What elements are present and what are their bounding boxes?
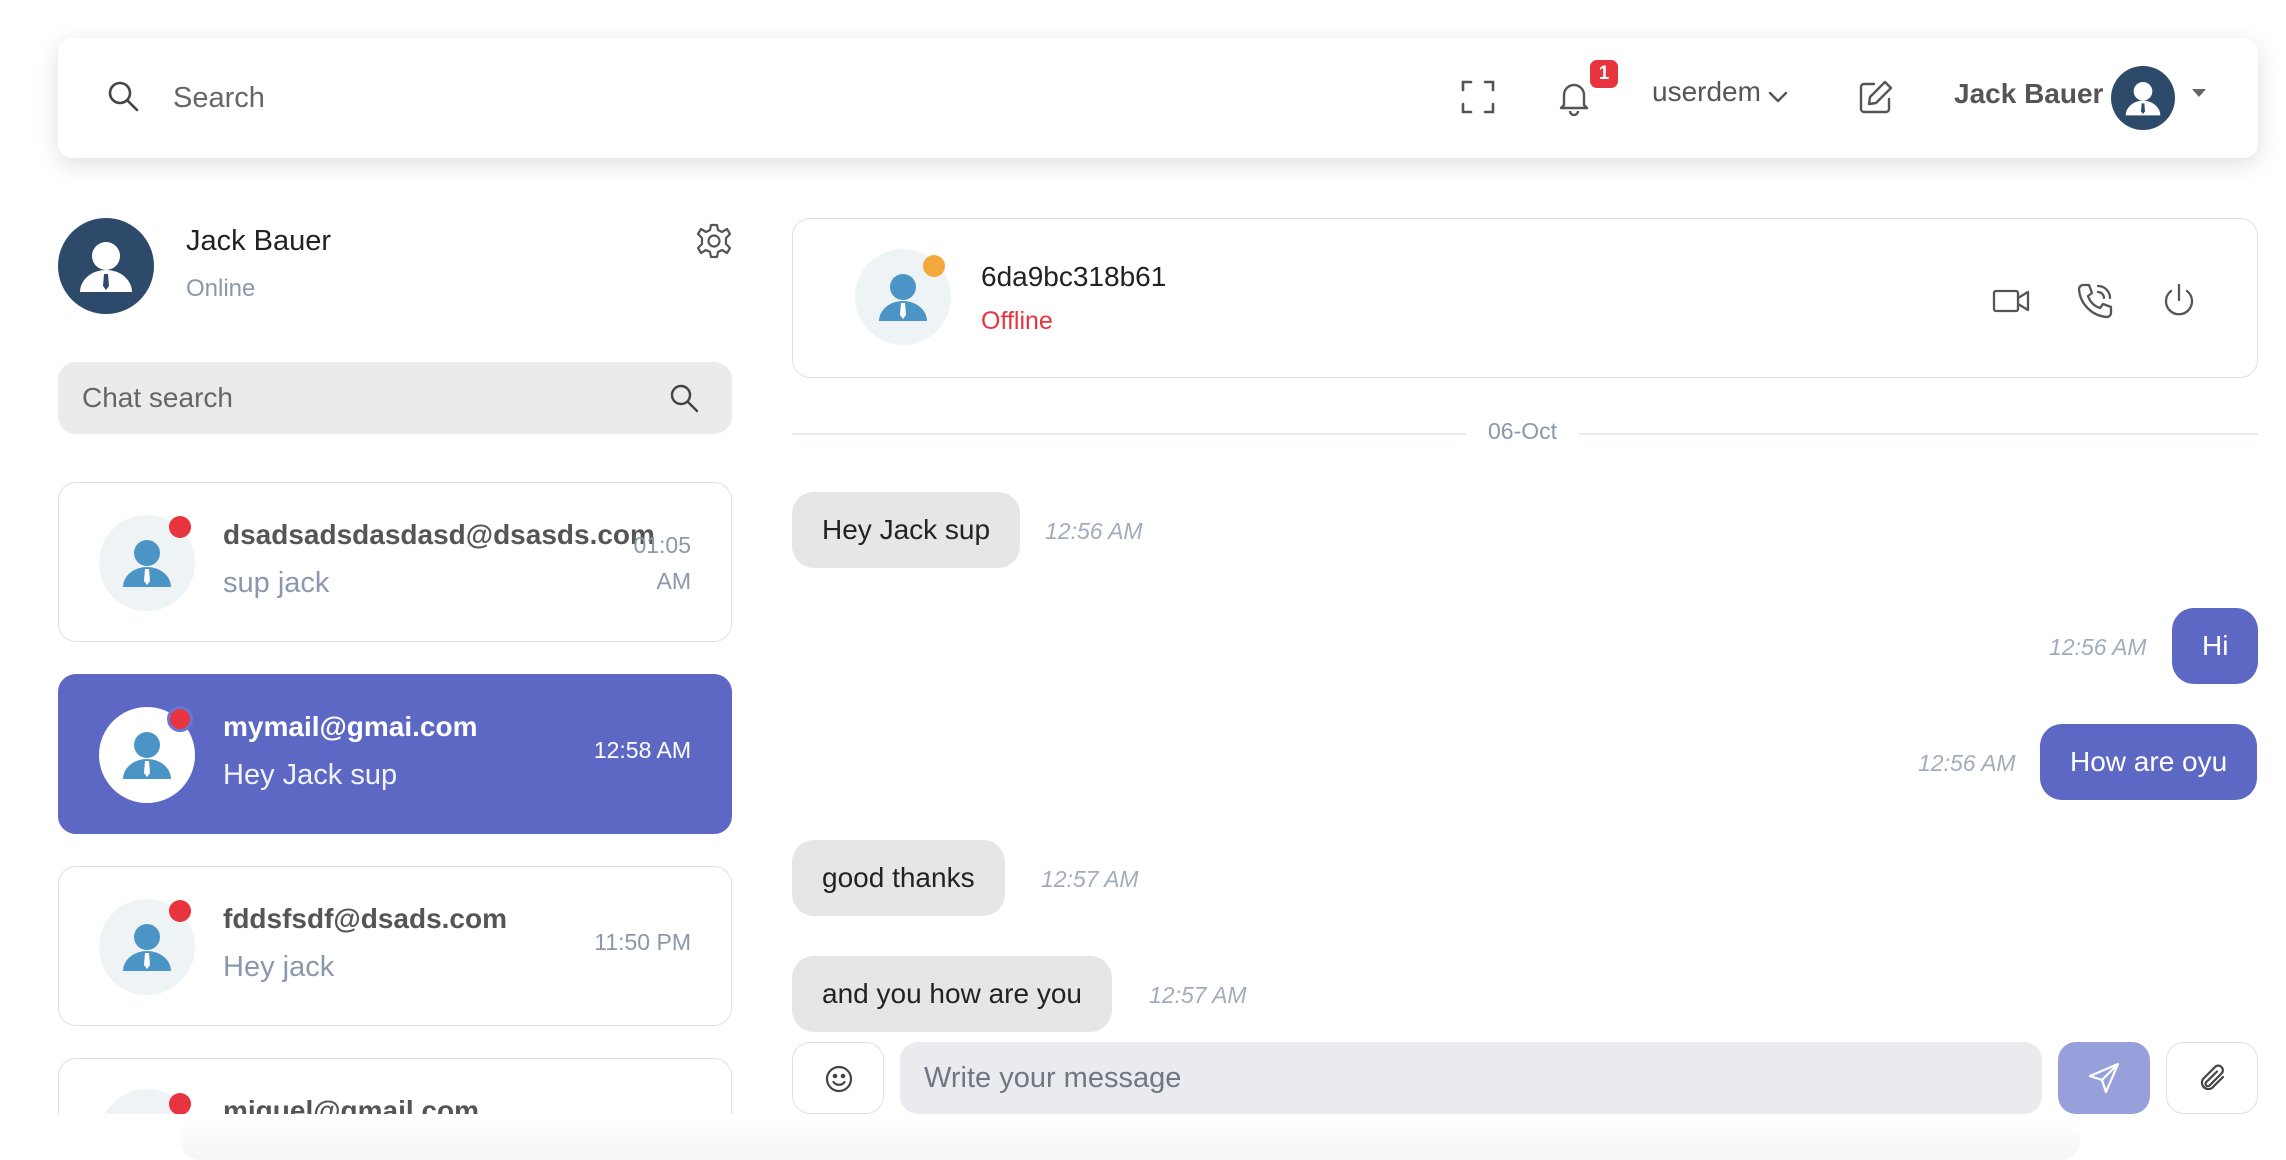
send-button[interactable]: [2058, 1042, 2150, 1114]
contact-name: miguel@gmail.com: [223, 1095, 480, 1114]
contact-last-message: Hey Jack sup: [223, 759, 398, 791]
contact-name: mymail@gmai.com: [223, 711, 478, 742]
search-icon[interactable]: [668, 382, 700, 414]
message-bubble-outgoing: How are oyu: [2040, 724, 2258, 800]
contact-time-line2: AM: [656, 568, 692, 594]
contact-last-message: sup jack: [223, 567, 330, 599]
message-input[interactable]: [924, 1058, 2004, 1098]
contact-time-line1: 01:05: [633, 532, 691, 558]
message-time: 12:57 AM: [1149, 982, 1247, 1008]
attach-button[interactable]: [2166, 1042, 2258, 1114]
gear-icon[interactable]: [695, 222, 733, 260]
chat-search: [58, 362, 732, 434]
my-status: Online: [186, 275, 256, 302]
user-avatar[interactable]: [2111, 66, 2175, 130]
phone-call-icon[interactable]: [2075, 281, 2115, 321]
message-bubble-outgoing: Hi: [2172, 608, 2259, 684]
unread-dot: [169, 900, 191, 922]
chat-search-input[interactable]: [82, 378, 642, 418]
power-icon[interactable]: [2159, 281, 2199, 321]
peer-name: 6da9bc318b61: [981, 261, 1167, 292]
message-time: 12:57 AM: [1041, 866, 1139, 892]
send-icon: [2087, 1061, 2121, 1095]
footer-shadow: [180, 1118, 2080, 1160]
search-icon[interactable]: [106, 79, 140, 113]
contact-list[interactable]: dsadsadsdasdasd@dsasds.com sup jack 01:0…: [58, 482, 734, 1114]
my-avatar: [58, 218, 154, 314]
message-time: 12:56 AM: [2049, 634, 2147, 660]
profile-name[interactable]: Jack Bauer: [1954, 78, 2103, 110]
contact-card[interactable]: fddsfsdf@dsads.com Hey jack 11:50 PM: [58, 866, 732, 1026]
username-menu[interactable]: userdem: [1652, 76, 1761, 108]
message-time: 12:56 AM: [1918, 750, 2016, 776]
message-composer: [900, 1042, 2042, 1114]
edit-icon[interactable]: [1857, 78, 1895, 116]
unread-dot: [169, 516, 191, 538]
contact-time: 12:58 AM: [593, 737, 691, 763]
paperclip-icon: [2196, 1062, 2230, 1096]
unread-dot: [167, 706, 193, 732]
message-time: 12:56 AM: [1045, 518, 1143, 544]
contact-card[interactable]: dsadsadsdasdasd@dsasds.com sup jack 01:0…: [58, 482, 732, 642]
video-call-icon[interactable]: [1991, 281, 2031, 321]
smile-icon: [822, 1062, 856, 1096]
search-input[interactable]: [173, 78, 873, 118]
contact-name: fddsfsdf@dsads.com: [223, 903, 508, 934]
chevron-down-icon[interactable]: [1767, 86, 1789, 108]
unread-dot: [169, 1093, 191, 1114]
notification-badge: 1: [1590, 60, 1618, 88]
contact-name: dsadsadsdasdasd@dsasds.com: [223, 519, 655, 550]
contact-card-active[interactable]: mymail@gmai.com Hey Jack sup 12:58 AM: [58, 674, 732, 834]
peer-status: Offline: [981, 307, 1053, 335]
contact-card[interactable]: miguel@gmail.com: [58, 1058, 732, 1114]
message-bubble-incoming: and you how are you: [792, 956, 1112, 1032]
contact-time: 01:05 AM: [611, 527, 691, 599]
presence-dot: [923, 255, 945, 277]
caret-down-icon[interactable]: [2190, 86, 2208, 100]
contact-last-message: Hey jack: [223, 951, 335, 983]
bell-icon[interactable]: [1555, 78, 1593, 116]
message-bubble-incoming: Hey Jack sup: [792, 492, 1021, 568]
message-bubble-incoming: good thanks: [792, 840, 1005, 916]
my-name: Jack Bauer: [186, 225, 332, 257]
emoji-button[interactable]: [792, 1042, 884, 1114]
fullscreen-icon[interactable]: [1459, 78, 1497, 116]
date-label: 06-Oct: [1466, 418, 1580, 445]
contact-time: 11:50 PM: [594, 929, 691, 955]
chat-header: 6da9bc318b61 Offline: [792, 218, 2258, 378]
